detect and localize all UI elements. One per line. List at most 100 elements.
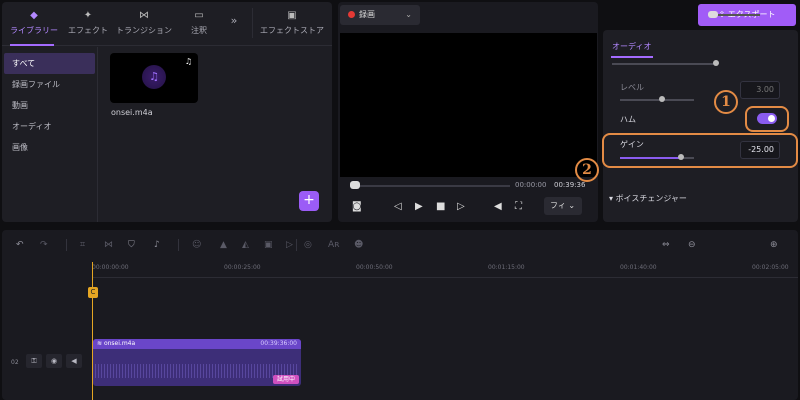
voice-changer-section[interactable]: ▾ ボイスチェンジャー [609, 193, 687, 204]
tab-divider [252, 8, 253, 38]
playhead-marker[interactable]: C [88, 287, 98, 298]
mode-dropdown[interactable]: 録画 ⌄ [340, 5, 420, 25]
volume-slider-knob[interactable] [713, 60, 719, 66]
volume-slider[interactable] [612, 63, 718, 65]
fit-dropdown[interactable]: フィ ⌄ [544, 197, 582, 215]
tab-effect-store-label: エフェクトストア [260, 26, 324, 35]
library-panel: ◆ ライブラリー ✦ エフェクト ⋈ トランジション ▭ 注釈 » ▣ エフェク… [2, 2, 332, 222]
copy-icon[interactable]: ▣ [264, 240, 273, 250]
image-icon[interactable]: ▲ [220, 240, 227, 250]
volume-icon[interactable]: ◀ [494, 201, 502, 212]
total-time: 00:39:36 [554, 181, 586, 189]
clip-duration: 00:39:36:00 [260, 340, 297, 347]
tab-transitions-label: トランジション [116, 26, 172, 35]
voice-changer-label: ボイスチェンジャー [615, 194, 687, 203]
comment-icon: ▭ [194, 10, 204, 21]
fit-timeline-icon[interactable]: ⇔ [662, 240, 670, 250]
tab-library-label: ライブラリー [10, 26, 58, 35]
audio-badge-icon: ♫ [184, 57, 192, 66]
gain-slider-fill [620, 157, 680, 159]
clip-name: onsei.m4a [103, 340, 136, 347]
text-ai-icon[interactable]: Aʀ [328, 240, 340, 250]
ruler-label: 00:02:05:00 [752, 264, 789, 271]
snapshot-icon[interactable]: ◙ [352, 201, 362, 212]
next-frame-icon[interactable]: ▷ [457, 201, 465, 212]
tab-audio[interactable]: オーディオ [612, 41, 651, 52]
layers-icon: ◆ [30, 10, 38, 21]
ai-face-icon[interactable]: ☺ [192, 240, 201, 250]
crop-icon[interactable]: ⌗ [80, 240, 85, 250]
gain-label: ゲイン [620, 140, 644, 149]
split-icon[interactable]: ⋈ [104, 240, 113, 250]
preview-scrubber[interactable] [350, 185, 510, 187]
annotation-box-1 [745, 106, 789, 132]
microphone-icon[interactable]: ♪ [154, 240, 160, 250]
speaker-icon[interactable]: ◀ [66, 354, 82, 368]
timeline-panel: ↶ ↷ ⌗ ⋈ ⛉ ♪ ☺ ▲ ◭ ▣ ▷ ◎ Aʀ ☻ ⇔ ⊖ ⊕ 00:00… [2, 230, 798, 400]
audio-tab-underline [611, 56, 653, 58]
redo-icon[interactable]: ↷ [40, 240, 48, 250]
level-slider-knob[interactable] [659, 96, 665, 102]
ai-tool-icon[interactable]: ◎ [304, 240, 312, 250]
annotation-number-2: 2 [575, 158, 599, 182]
gain-slider-knob[interactable] [678, 154, 684, 160]
level-label: レベル [620, 83, 644, 92]
library-sidebar: すべて 録画ファイル 動画 オーディオ 画像 [2, 47, 98, 222]
more-tabs-button[interactable]: » [224, 14, 244, 27]
ruler-label: 00:00:25:00 [224, 264, 261, 271]
stop-icon[interactable]: ■ [436, 201, 445, 212]
fit-label: フィ [550, 201, 566, 210]
clip-header: ≋ onsei.m4a 00:39:36:00 [93, 339, 301, 349]
color-icon[interactable]: ◭ [242, 240, 249, 250]
tab-effects[interactable]: ✦ エフェクト [68, 10, 108, 36]
ruler-label: 00:00:00:00 [92, 264, 129, 271]
sidebar-item-all[interactable]: すべて [4, 53, 95, 74]
gain-value[interactable]: -25.00 [740, 141, 780, 159]
scrubber-knob[interactable] [350, 181, 360, 189]
transition-icon: ⋈ [139, 10, 149, 21]
level-value[interactable]: 3.00 [740, 81, 780, 99]
sidebar-item-audio[interactable]: オーディオ [2, 116, 97, 137]
add-media-button[interactable]: + [299, 191, 319, 211]
playhead[interactable] [92, 262, 93, 400]
tab-effect-store[interactable]: ▣ エフェクトストア [258, 10, 326, 36]
fullscreen-icon[interactable]: ⛶ [515, 201, 522, 212]
zoom-in-icon[interactable]: ⊕ [770, 240, 778, 250]
hum-label: ハム [620, 115, 636, 124]
active-tab-underline [10, 44, 54, 46]
record-dot-icon [348, 11, 355, 18]
speed-icon[interactable]: ▷ [286, 240, 293, 250]
store-icon: ▣ [287, 10, 297, 21]
ruler-label: 00:00:50:00 [356, 264, 393, 271]
sidebar-item-video[interactable]: 動画 [2, 95, 97, 116]
video-canvas [340, 33, 597, 177]
sidebar-item-recordings[interactable]: 録画ファイル [2, 74, 97, 95]
lock-icon[interactable]: ⚿ [26, 354, 42, 368]
music-note-icon: ♫ [142, 65, 166, 89]
sparkle-icon: ✦ [83, 10, 93, 21]
track-number: 02 [11, 359, 19, 366]
prev-frame-icon[interactable]: ◁ [394, 201, 402, 212]
clip-waveform [95, 364, 299, 378]
chevron-down-icon: ⌄ [405, 10, 412, 19]
annotation-number-1: 1 [714, 90, 738, 114]
timeline-zoom-knob[interactable] [708, 11, 718, 18]
shield-icon[interactable]: ⛉ [128, 240, 135, 250]
undo-icon[interactable]: ↶ [16, 240, 24, 250]
sidebar-item-image[interactable]: 画像 [2, 137, 97, 158]
zoom-out-icon[interactable]: ⊖ [688, 240, 696, 250]
play-icon[interactable]: ▶ [415, 201, 423, 212]
waveform-icon: ≋ [97, 340, 103, 347]
toolbar-divider [178, 239, 179, 251]
tab-transitions[interactable]: ⋈ トランジション [116, 10, 172, 36]
tab-annotations[interactable]: ▭ 注釈 [182, 10, 216, 36]
eye-icon[interactable]: ◉ [46, 354, 62, 368]
audio-clip[interactable]: ≋ onsei.m4a 00:39:36:00 試用中 [93, 339, 301, 386]
tab-library[interactable]: ◆ ライブラリー [8, 10, 60, 36]
level-slider[interactable] [620, 99, 694, 101]
media-thumbnail[interactable]: ♫ ♫ [110, 53, 198, 103]
media-name: onsei.m4a [111, 108, 153, 117]
timeline-ruler[interactable]: 00:00:00:00 00:00:25:00 00:00:50:00 00:0… [92, 262, 798, 278]
tab-effects-label: エフェクト [68, 26, 108, 35]
voice-icon[interactable]: ☻ [354, 240, 363, 250]
